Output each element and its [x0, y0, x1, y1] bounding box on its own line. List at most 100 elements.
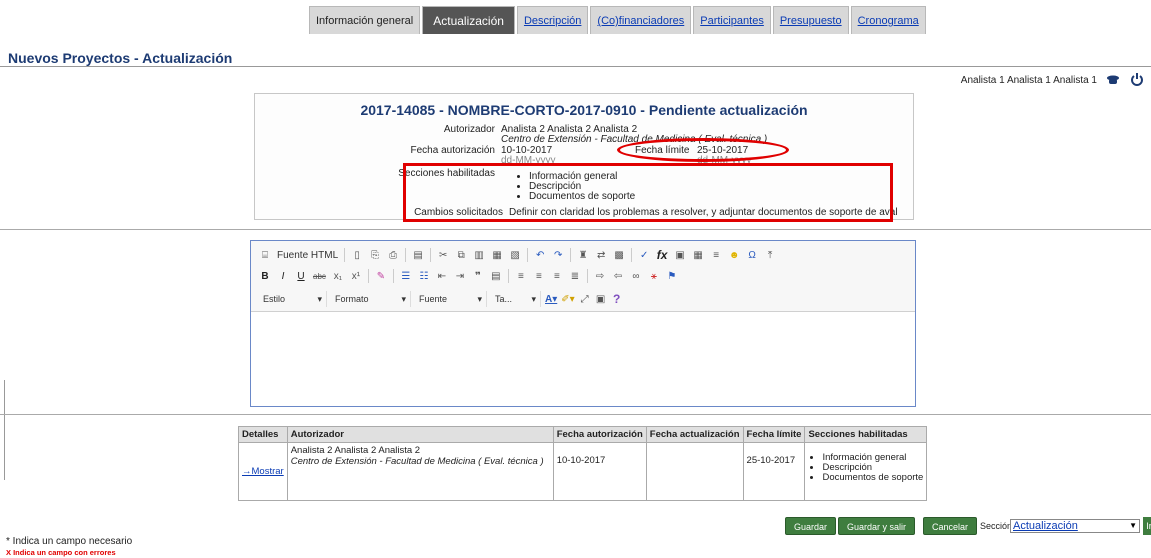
- align-center-icon[interactable]: ≡: [533, 271, 545, 282]
- horizontal-line-icon[interactable]: ≡: [710, 250, 722, 261]
- unlink-icon[interactable]: ⚹: [648, 271, 660, 282]
- paste-icon[interactable]: ▥: [473, 250, 485, 261]
- separator: [527, 248, 529, 262]
- project-info-box: 2017-14085 - NOMBRE-CORTO-2017-0910 - Pe…: [254, 93, 914, 222]
- align-left-icon[interactable]: ≡: [515, 271, 527, 282]
- div-icon[interactable]: ▤: [490, 271, 502, 282]
- format-combo-label: Formato: [335, 294, 369, 304]
- show-blocks-icon[interactable]: ▣: [595, 294, 607, 305]
- remove-format-icon[interactable]: ✎: [375, 271, 387, 282]
- history-table: Detalles Autorizador Fecha autorización …: [238, 426, 928, 501]
- tab-descripcion[interactable]: Descripción: [516, 6, 589, 34]
- separator: [586, 269, 588, 283]
- page-break-icon[interactable]: ⤒: [764, 250, 776, 261]
- select-all-icon[interactable]: ▩: [613, 250, 625, 261]
- list-item: Documentos de soporte: [822, 473, 923, 483]
- rtl-icon[interactable]: ⇦: [612, 271, 624, 282]
- special-char-icon[interactable]: Ω: [746, 250, 758, 261]
- user-icon[interactable]: [1105, 72, 1121, 88]
- link-icon[interactable]: ∞: [630, 271, 642, 282]
- preview-icon[interactable]: ⎘: [369, 250, 381, 261]
- find-icon[interactable]: ♜: [577, 250, 589, 261]
- error-note: X Indica un campo con errores: [6, 548, 116, 557]
- rich-text-editor[interactable]: ⌸ Fuente HTML ▯ ⎘ ⎙ ▤ ✂ ⧉ ▥ ▦ ▧ ↶ ↷ ♜ ⇄ …: [250, 240, 916, 407]
- format-combo[interactable]: Formato ▾: [331, 291, 411, 307]
- tab-cronograma[interactable]: Cronograma: [850, 6, 926, 34]
- section-select[interactable]: Actualización ▼: [1010, 519, 1140, 533]
- templates-icon[interactable]: ▤: [412, 250, 424, 261]
- chevron-down-icon: ▾: [477, 293, 482, 304]
- justify-icon[interactable]: ≣: [569, 271, 581, 282]
- replace-icon[interactable]: ⇄: [595, 250, 607, 261]
- header-secciones: Secciones habilitadas: [804, 426, 928, 443]
- tab-actualizacion[interactable]: Actualización: [422, 6, 515, 34]
- guardar-button[interactable]: Guardar: [785, 517, 837, 535]
- header-detalles: Detalles: [238, 426, 288, 443]
- go-button[interactable]: Ir: [1143, 517, 1151, 535]
- numbered-list-icon[interactable]: ☰: [400, 271, 412, 282]
- bold-icon[interactable]: B: [259, 271, 271, 282]
- cancelar-button[interactable]: Cancelar: [923, 517, 978, 535]
- user-name: Analista 1 Analista 1 Analista 1: [960, 74, 1097, 86]
- table-row: →Mostrar Analista 2 Analista 2 Analista …: [238, 442, 928, 501]
- cell-autorizador-name: Analista 2 Analista 2 Analista 2: [290, 445, 421, 456]
- tab-informacion-general[interactable]: Información general: [309, 6, 421, 34]
- required-note: * Indica un campo necesario: [6, 536, 133, 547]
- source-icon[interactable]: ⌸: [259, 250, 271, 261]
- italic-icon[interactable]: I: [277, 271, 289, 282]
- redo-icon[interactable]: ↷: [552, 250, 564, 261]
- cut-icon[interactable]: ✂: [437, 250, 449, 261]
- tab-bar: Información general Actualización Descri…: [309, 6, 928, 34]
- blockquote-icon[interactable]: ❞: [472, 271, 484, 282]
- ltr-icon[interactable]: ⇨: [594, 271, 606, 282]
- superscript-icon[interactable]: x¹: [350, 271, 362, 282]
- help-icon[interactable]: ?: [611, 292, 623, 306]
- undo-icon[interactable]: ↶: [534, 250, 546, 261]
- tab-presupuesto[interactable]: Presupuesto: [772, 6, 849, 34]
- new-page-icon[interactable]: ▯: [351, 250, 363, 261]
- section-select-value: Actualización: [1013, 520, 1078, 532]
- separator: [367, 269, 369, 283]
- header-autorizador: Autorizador: [286, 426, 554, 443]
- underline-icon[interactable]: U: [295, 271, 307, 282]
- strike-icon[interactable]: abc: [313, 272, 326, 281]
- size-combo[interactable]: Ta... ▾: [491, 291, 541, 307]
- tab-cofinanciadores[interactable]: (Co)financiadores: [590, 6, 692, 34]
- separator: [392, 269, 394, 283]
- copy-icon[interactable]: ⧉: [455, 250, 467, 261]
- anchor-icon[interactable]: ⚑: [666, 271, 678, 282]
- toolbar-row-1: ⌸ Fuente HTML ▯ ⎘ ⎙ ▤ ✂ ⧉ ▥ ▦ ▧ ↶ ↷ ♜ ⇄ …: [259, 248, 776, 262]
- paste-text-icon[interactable]: ▦: [491, 250, 503, 261]
- guardar-y-salir-button[interactable]: Guardar y salir: [838, 517, 916, 535]
- formula-icon[interactable]: fx: [656, 248, 668, 262]
- source-button[interactable]: Fuente HTML: [277, 250, 338, 261]
- table-header-row: Detalles Autorizador Fecha autorización …: [238, 426, 928, 443]
- print-icon[interactable]: ⎙: [387, 250, 399, 261]
- outdent-icon[interactable]: ⇤: [436, 271, 448, 282]
- style-combo[interactable]: Estilo ▾: [259, 291, 327, 307]
- text-color-icon[interactable]: A▾: [545, 294, 557, 305]
- editor-content-area[interactable]: [251, 313, 915, 406]
- title-divider: [0, 66, 1151, 67]
- mostrar-link[interactable]: →Mostrar: [242, 466, 284, 477]
- user-area: Analista 1 Analista 1 Analista 1: [961, 72, 1145, 88]
- indent-icon[interactable]: ⇥: [454, 271, 466, 282]
- separator: [405, 248, 407, 262]
- smiley-icon[interactable]: ☻: [728, 250, 740, 261]
- cell-fecha-autorizacion: 10-10-2017: [552, 442, 647, 501]
- bg-color-icon[interactable]: ✐▾: [561, 294, 574, 305]
- align-right-icon[interactable]: ≡: [551, 271, 563, 282]
- header-fecha-autorizacion: Fecha autorización: [552, 426, 647, 443]
- subscript-icon[interactable]: x₁: [332, 271, 344, 282]
- table-icon[interactable]: ▦: [692, 250, 704, 261]
- power-icon[interactable]: [1129, 72, 1145, 88]
- editor-toolbar: ⌸ Fuente HTML ▯ ⎘ ⎙ ▤ ✂ ⧉ ▥ ▦ ▧ ↶ ↷ ♜ ⇄ …: [251, 241, 915, 312]
- image-icon[interactable]: ▣: [674, 250, 686, 261]
- bullet-list-icon[interactable]: ☷: [418, 271, 430, 282]
- paste-word-icon[interactable]: ▧: [509, 250, 521, 261]
- maximize-icon[interactable]: ⤢: [579, 294, 591, 305]
- spellcheck-icon[interactable]: ✓: [638, 250, 650, 261]
- font-combo[interactable]: Fuente ▾: [415, 291, 487, 307]
- tab-participantes[interactable]: Participantes: [693, 6, 771, 34]
- chevron-down-icon: ▾: [317, 293, 322, 304]
